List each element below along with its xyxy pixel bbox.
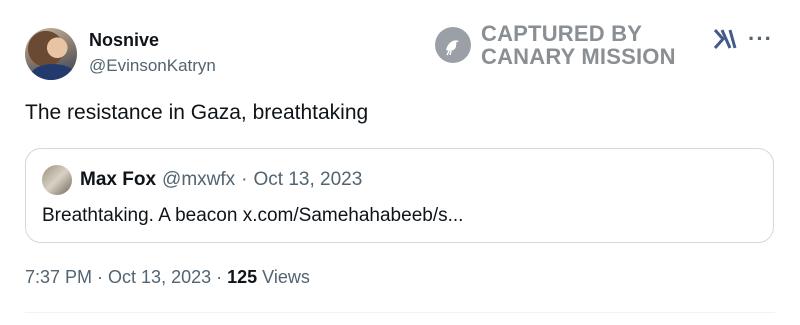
quoted-tweet-text: Breathtaking. A beacon x.com/Samehahabee… — [42, 205, 464, 226]
tweet-date[interactable]: Oct 13, 2023 — [108, 267, 211, 288]
quoted-tweet-header: Max Fox @mxwfx · Oct 13, 2023 — [80, 169, 362, 191]
quoted-date: Oct 13, 2023 — [253, 169, 363, 190]
tweet-text: The resistance in Gaza, breathtaking — [25, 101, 369, 124]
tweet-meta: 7:37 PM · Oct 13, 2023 · 125 Views — [25, 267, 310, 288]
author-avatar[interactable] — [25, 28, 77, 80]
views-label: Views — [262, 267, 310, 287]
more-options-icon[interactable]: ··· — [748, 26, 773, 52]
author-display-name[interactable]: Nosnive — [89, 30, 159, 51]
quoted-tweet-card[interactable]: Max Fox @mxwfx · Oct 13, 2023 Breathtaki… — [25, 148, 774, 243]
canary-bird-icon — [435, 27, 471, 63]
canary-line-2: CANARY MISSION — [481, 44, 676, 69]
canary-watermark-text: CAPTURED BY CANARY MISSION — [481, 22, 676, 68]
divider — [25, 312, 775, 313]
quoted-author-avatar — [42, 165, 72, 195]
canary-line-1: CAPTURED BY — [481, 21, 643, 46]
meta-separator-2: · — [216, 267, 223, 287]
tweet-card: Nosnive @EvinsonKatryn CAPTURED BY CANAR… — [0, 0, 800, 325]
avatar-shirt — [31, 64, 75, 80]
meta-separator-1: · — [97, 267, 104, 287]
quoted-separator: · — [241, 169, 248, 190]
tweet-time[interactable]: 7:37 PM — [25, 267, 92, 288]
quoted-author-name: Max Fox — [80, 169, 157, 190]
x-logo-icon[interactable] — [713, 28, 739, 57]
canary-mission-watermark: CAPTURED BY CANARY MISSION — [435, 22, 676, 68]
quoted-author-handle: @mxwfx — [162, 169, 236, 190]
author-handle[interactable]: @EvinsonKatryn — [89, 56, 216, 76]
views-count: 125 — [227, 267, 258, 287]
